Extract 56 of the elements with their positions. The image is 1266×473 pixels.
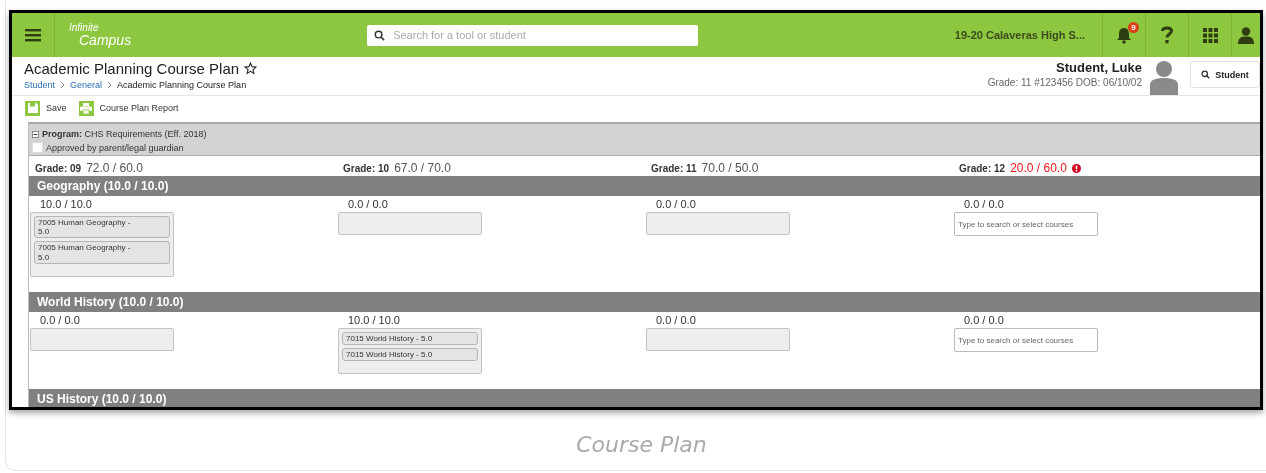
school-name[interactable]: 19-20 Calaveras High S... — [954, 29, 1085, 41]
column-credits: 0.0 / 0.0 — [39, 313, 81, 328]
collapse-toggle-icon[interactable] — [32, 130, 39, 138]
approval-checkbox[interactable] — [32, 142, 43, 153]
course-chip[interactable]: 7005 Human Geography - 5.0 — [34, 241, 170, 264]
student-name: Student, Luke — [1055, 60, 1142, 75]
grade-label: Grade: 12 — [959, 162, 1006, 174]
column-credits: 0.0 / 0.0 — [655, 198, 697, 212]
course-chip[interactable]: 7005 Human Geography - 5.0 — [34, 216, 170, 239]
breadcrumb-link[interactable]: Student — [24, 80, 56, 90]
grade-label: Grade: 10 — [343, 162, 390, 174]
toolbar-button[interactable]: Course Plan Report — [78, 100, 179, 116]
course-chip[interactable]: 7015 World History - 5.0 — [342, 331, 478, 345]
grade-credits: 67.0 / 70.0 — [394, 161, 451, 175]
bell-icon[interactable] — [1116, 26, 1132, 44]
category-title: Geography (10.0 / 10.0) — [37, 179, 169, 193]
search-icon — [374, 29, 386, 41]
search-field[interactable]: Search for a tool or student — [367, 24, 699, 46]
course-drop-area[interactable]: 7015 World History - 5.0 7015 World History - 5.0 — [338, 327, 482, 375]
course-chip[interactable]: 7015 World History - 5.0 — [342, 347, 478, 362]
printer-icon — [80, 102, 92, 114]
breadcrumb-link[interactable]: General — [70, 80, 103, 90]
program-name: Program: CHS Requirements (Eff. 2018) — [42, 129, 207, 139]
student-search-button[interactable]: Student — [1190, 61, 1260, 88]
course-drop-area[interactable]: 7005 Human Geography - 5.0 7005 Human Geography - 5.0 — [30, 212, 174, 277]
column-credits: 0.0 / 0.0 — [347, 198, 389, 212]
search-input[interactable]: Search for a tool or student — [391, 28, 699, 42]
figure-caption: Course Plan — [575, 432, 708, 457]
breadcrumb-current: Academic Planning Course Plan — [117, 80, 247, 90]
star-icon[interactable] — [244, 62, 258, 75]
chevron-icon — [107, 81, 113, 89]
search-icon — [1201, 70, 1211, 79]
page-title: Academic Planning Course Plan — [24, 60, 240, 77]
avatar-silhouette — [1150, 61, 1178, 95]
student-details: Grade: 11 #123456 DOB: 06/10/02 — [987, 77, 1142, 88]
category-title: World History (10.0 / 10.0) — [37, 294, 184, 309]
notification-badge: 9 — [1128, 21, 1139, 33]
apps-grid-icon[interactable] — [1202, 27, 1218, 43]
menu-icon[interactable] — [25, 28, 41, 42]
grade-credits: 70.0 / 50.0 — [701, 161, 759, 175]
column-credits: 10.0 / 10.0 — [39, 198, 93, 212]
approval-label: Approved by parent/legal guardian — [46, 142, 184, 153]
column-credits: 0.0 / 0.0 — [963, 198, 1005, 212]
grade-credits: 72.0 / 60.0 — [86, 161, 143, 175]
grade-label: Grade: 09 — [35, 162, 82, 174]
column-credits: 0.0 / 0.0 — [963, 313, 1005, 328]
user-icon[interactable] — [1238, 26, 1254, 44]
category-title: US History (10.0 / 10.0) — [37, 392, 167, 407]
toolbar-button[interactable]: Save — [25, 100, 67, 116]
alert-icon — [1071, 163, 1081, 173]
chevron-icon — [60, 81, 66, 89]
column-credits: 10.0 / 10.0 — [347, 313, 401, 328]
grade-label: Grade: 11 — [651, 162, 697, 174]
grade-credits: 20.0 / 60.0 — [1010, 161, 1067, 175]
column-credits: 0.0 / 0.0 — [655, 313, 697, 328]
help-icon[interactable] — [1161, 26, 1173, 44]
